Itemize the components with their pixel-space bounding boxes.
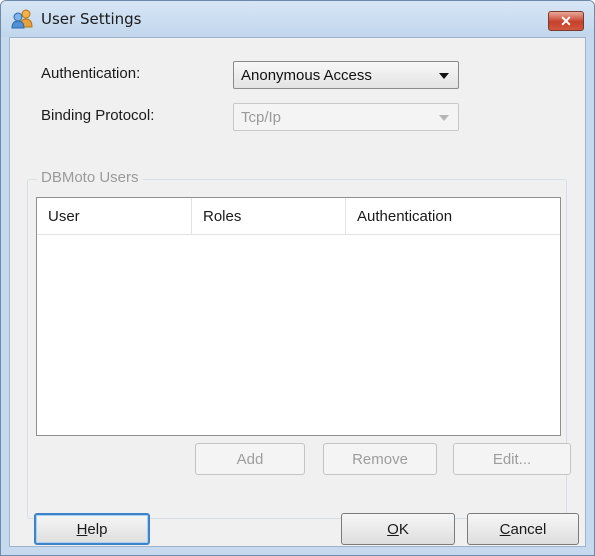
users-list-header: User Roles Authentication bbox=[37, 198, 560, 235]
user-settings-dialog: User Settings ✕ Authentication: Anonymou… bbox=[0, 0, 595, 556]
users-list[interactable]: User Roles Authentication bbox=[36, 197, 561, 436]
chevron-down-icon bbox=[439, 73, 449, 79]
close-button[interactable]: ✕ bbox=[548, 11, 584, 31]
binding-protocol-label: Binding Protocol: bbox=[41, 107, 155, 124]
help-button[interactable]: Help bbox=[34, 513, 150, 545]
column-header-user[interactable]: User bbox=[37, 198, 192, 234]
add-button[interactable]: Add bbox=[195, 443, 305, 475]
chevron-down-icon bbox=[439, 115, 449, 121]
authentication-value: Anonymous Access bbox=[241, 67, 372, 84]
help-label: elp bbox=[87, 520, 108, 538]
title-bar[interactable]: User Settings ✕ bbox=[1, 1, 594, 37]
remove-button[interactable]: Remove bbox=[323, 443, 437, 475]
dialog-body: Authentication: Anonymous Access Binding… bbox=[9, 37, 586, 547]
close-icon: ✕ bbox=[560, 13, 572, 29]
ok-button[interactable]: OK bbox=[341, 513, 455, 545]
column-header-authentication[interactable]: Authentication bbox=[346, 198, 560, 234]
help-mnemonic: H bbox=[76, 520, 88, 538]
users-icon bbox=[11, 9, 33, 29]
window-title: User Settings bbox=[41, 10, 142, 28]
ok-label: K bbox=[398, 520, 409, 538]
cancel-button[interactable]: Cancel bbox=[467, 513, 579, 545]
cancel-label: ancel bbox=[510, 520, 547, 538]
authentication-label: Authentication: bbox=[41, 65, 141, 82]
ok-mnemonic: O bbox=[387, 520, 399, 538]
cancel-mnemonic: C bbox=[499, 520, 511, 538]
binding-protocol-value: Tcp/Ip bbox=[241, 109, 282, 126]
binding-protocol-select[interactable]: Tcp/Ip bbox=[233, 103, 459, 131]
column-header-roles[interactable]: Roles bbox=[192, 198, 346, 234]
authentication-select[interactable]: Anonymous Access bbox=[233, 61, 459, 89]
edit-button[interactable]: Edit... bbox=[453, 443, 571, 475]
dbmoto-users-legend: DBMoto Users bbox=[37, 169, 143, 186]
